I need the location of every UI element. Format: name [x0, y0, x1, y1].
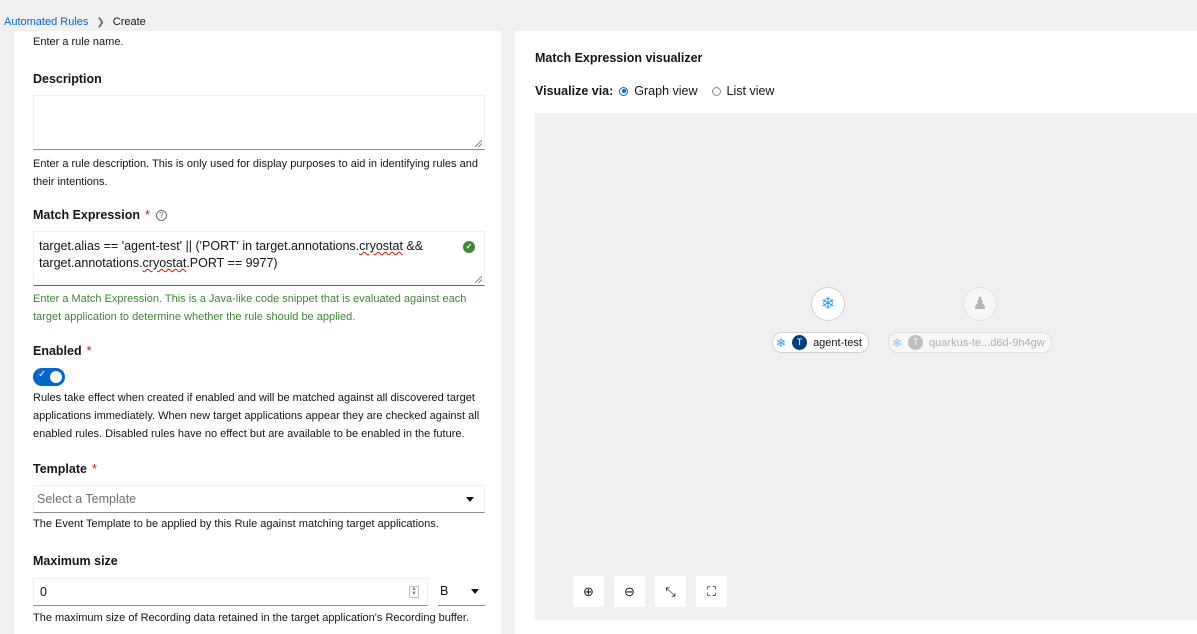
zoom-in-button[interactable]: ⊕ [573, 576, 604, 607]
max-size-input[interactable]: 0 ▲ ▼ [33, 578, 428, 606]
reset-view-button[interactable]: ⛶ [696, 576, 727, 607]
enabled-hint-line: applications immediately. When new targe… [33, 410, 480, 422]
match-expression-hint-line: target application to determine whether … [33, 311, 356, 323]
cryostat-icon: ❄ [776, 335, 787, 350]
enabled-label-text: Enabled [33, 344, 82, 358]
list-view-radio[interactable]: List view [711, 84, 775, 98]
description-hint-line: their intentions. [33, 176, 108, 188]
enabled-hint-line: enabled rules. Disabled rules have no ef… [33, 428, 465, 440]
enabled-label: Enabled * [33, 344, 92, 358]
radio-selected-icon[interactable] [619, 86, 629, 96]
expr-text-misspelled: cryostat [142, 256, 187, 270]
template-label: Template * [33, 462, 97, 476]
required-marker: * [91, 462, 97, 476]
match-expression-textarea[interactable]: target.alias == 'agent-test' || ('PORT' … [33, 231, 485, 286]
description-label: Description [33, 72, 102, 86]
zoom-out-icon: ⊖ [624, 584, 635, 599]
zoom-in-icon: ⊕ [583, 584, 594, 599]
cryostat-icon: ❄ [892, 335, 903, 350]
node-label-text: agent-test [813, 336, 862, 349]
help-icon[interactable]: ? [155, 210, 167, 222]
description-textarea[interactable] [33, 95, 485, 150]
topology-graph[interactable]: ❄ ♟ ❄ T agent-test ❄ T quarkus-te...d6d-… [535, 113, 1197, 620]
expr-text: target.alias == 'agent-test' || ('PORT' … [39, 239, 360, 253]
max-size-unit-select[interactable]: B [438, 578, 485, 606]
match-expression-line: target.annotations.cryostat.PORT == 9977… [39, 255, 454, 272]
description-hint-line: Enter a rule description. This is only u… [33, 158, 478, 170]
spinner-icon[interactable]: ▲ ▼ [409, 586, 419, 598]
visualize-via-label: Visualize via: [535, 84, 614, 98]
breadcrumb: Automated Rules ❯ Create [0, 15, 1197, 30]
check-circle-icon: ✓ [463, 241, 475, 253]
radio-unselected-icon[interactable] [711, 86, 721, 96]
match-expression-line: target.alias == 'agent-test' || ('PORT' … [39, 238, 454, 255]
target-node-quarkus[interactable]: ♟ [963, 287, 997, 321]
graph-view-radio[interactable]: Graph view [619, 84, 698, 98]
template-select-placeholder: Select a Template [37, 492, 137, 506]
match-expression-hint: Enter a Match Expression. This is a Java… [33, 290, 466, 326]
expr-text: && [402, 239, 424, 253]
match-expression-label-text: Match Expression [33, 208, 140, 222]
target-badge: T [908, 335, 924, 350]
caret-down-icon [466, 497, 474, 502]
template-hint: The Event Template to be applied by this… [33, 518, 439, 530]
node-label-text: quarkus-te...d6d-9h4gw [929, 336, 1045, 349]
target-node-agent-test[interactable]: ❄ [811, 287, 845, 321]
rule-form-panel: Enter a rule name. Description Enter a r… [14, 31, 501, 634]
template-label-text: Template [33, 462, 87, 476]
caret-down-icon [471, 589, 479, 594]
resize-handle-icon[interactable] [475, 140, 482, 147]
breadcrumb-automated-rules-link[interactable]: Automated Rules [4, 15, 88, 30]
enabled-hint: Rules take effect when created if enable… [33, 389, 479, 443]
toggle-knob [50, 371, 62, 383]
required-marker: * [144, 208, 150, 222]
target-badge: T [792, 335, 808, 350]
visualize-via-group: Visualize via: Graph view List view [535, 84, 788, 98]
enabled-toggle[interactable]: ✓ [33, 368, 65, 386]
expr-text-misspelled: cryostat [359, 239, 403, 253]
node-label-agent-test[interactable]: ❄ T agent-test [772, 332, 869, 353]
template-select[interactable]: Select a Template [33, 485, 485, 513]
visualizer-title: Match Expression visualizer [535, 51, 703, 65]
description-hint: Enter a rule description. This is only u… [33, 155, 478, 191]
resize-handle-icon[interactable] [475, 276, 482, 283]
rule-name-hint: Enter a rule name. [33, 36, 124, 48]
max-size-label: Maximum size [33, 554, 118, 568]
graph-view-label: Graph view [634, 84, 698, 98]
max-size-hint: The maximum size of Recording data retai… [33, 612, 470, 624]
quarkus-icon: ♟ [972, 294, 988, 313]
required-marker: * [86, 344, 92, 358]
match-expression-label: Match Expression *? [33, 208, 167, 222]
max-size-value: 0 [40, 585, 47, 599]
zoom-out-button[interactable]: ⊖ [614, 576, 645, 607]
reset-view-icon: ⛶ [706, 584, 717, 599]
match-expression-hint-line: Enter a Match Expression. This is a Java… [33, 293, 467, 305]
enabled-hint-line: Rules take effect when created if enable… [33, 392, 475, 404]
fit-to-screen-icon: ⤡ [665, 584, 676, 599]
graph-controls: ⊕ ⊖ ⤡ ⛶ [573, 576, 737, 607]
fit-to-screen-button[interactable]: ⤡ [655, 576, 686, 607]
list-view-label: List view [726, 84, 775, 98]
node-label-quarkus[interactable]: ❄ T quarkus-te...d6d-9h4gw [888, 332, 1052, 353]
breadcrumb-current: Create [112, 16, 146, 28]
cryostat-icon: ❄ [820, 294, 836, 313]
match-expression-visualizer-panel: Match Expression visualizer Visualize vi… [515, 31, 1197, 634]
expr-text: target.annotations. [39, 256, 143, 270]
chevron-right-icon: ❯ [96, 17, 105, 28]
max-size-unit-value: B [440, 584, 449, 598]
expr-text: .PORT == 9977) [186, 256, 278, 270]
check-icon: ✓ [38, 369, 47, 380]
